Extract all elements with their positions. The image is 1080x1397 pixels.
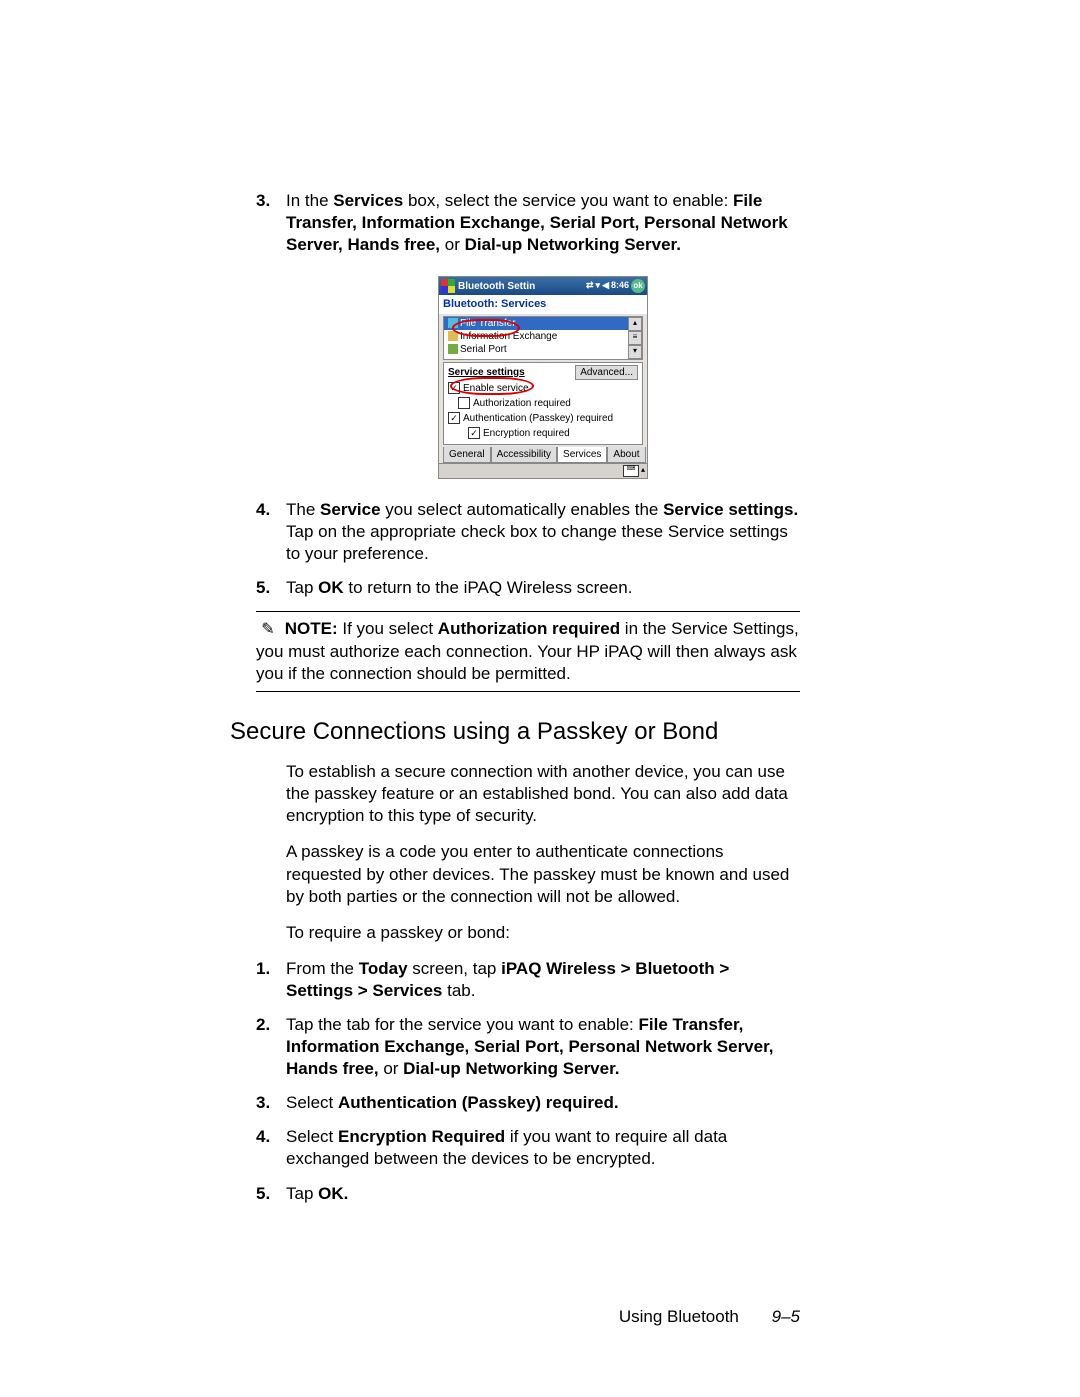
step-number: 5. bbox=[256, 577, 286, 599]
step-5: 5. Tap OK to return to the iPAQ Wireless… bbox=[286, 577, 800, 599]
titlebar: Bluetooth Settin ⇄ ▾ ◀ 8:46 ok bbox=[439, 277, 647, 295]
service-settings-panel: Service settings Advanced... ✓Enable ser… bbox=[443, 362, 643, 445]
list-item[interactable]: Serial Port bbox=[444, 343, 642, 356]
step-body: In the Services box, select the service … bbox=[286, 190, 800, 256]
page-footer: Using Bluetooth 9–5 bbox=[619, 1307, 800, 1327]
volume-icon[interactable]: ◀ bbox=[602, 280, 609, 292]
tab-accessibility[interactable]: Accessibility bbox=[491, 447, 557, 463]
ok-button[interactable]: ok bbox=[631, 279, 645, 293]
step-body: From the Today screen, tap iPAQ Wireless… bbox=[286, 958, 800, 1002]
note-icon: ✎ bbox=[256, 620, 280, 641]
footer-page-number: 9–5 bbox=[772, 1307, 800, 1326]
tab-about[interactable]: About bbox=[607, 447, 645, 463]
step-body: Select Authentication (Passkey) required… bbox=[286, 1092, 800, 1114]
step-number: 4. bbox=[256, 1126, 286, 1148]
scroll-thumb[interactable]: ≡ bbox=[628, 331, 642, 345]
step-body: Tap the tab for the service you want to … bbox=[286, 1014, 800, 1080]
scroll-up-button[interactable]: ▴ bbox=[628, 317, 642, 331]
screen-heading: Bluetooth: Services bbox=[439, 295, 647, 313]
steps-list-top: 3. In the Services box, select the servi… bbox=[286, 190, 800, 256]
content-region: 3. In the Services box, select the servi… bbox=[286, 190, 800, 1205]
status-icons: ⇄ ▾ ◀ 8:46 ok bbox=[586, 279, 645, 293]
subsection-heading: Secure Connections using a Passkey or Bo… bbox=[230, 716, 800, 747]
embedded-screenshot: Bluetooth Settin ⇄ ▾ ◀ 8:46 ok Bluetooth… bbox=[438, 276, 648, 478]
authentication-passkey-row[interactable]: ✓Authentication (Passkey) required bbox=[448, 412, 638, 425]
step-4: 4. The Service you select automatically … bbox=[286, 499, 800, 565]
checkbox-icon[interactable]: ✓ bbox=[448, 412, 460, 424]
note-label: NOTE: bbox=[285, 619, 338, 638]
annotation-circle-icon bbox=[452, 319, 520, 337]
authorization-required-row[interactable]: Authorization required bbox=[458, 397, 638, 410]
step-body: Tap OK to return to the iPAQ Wireless sc… bbox=[286, 577, 800, 599]
paragraph: To require a passkey or bond: bbox=[286, 922, 800, 944]
tab-bar: General Accessibility Services About bbox=[439, 447, 647, 463]
clock-text: 8:46 bbox=[611, 280, 629, 292]
step-5b: 5. Tap OK. bbox=[286, 1183, 800, 1205]
annotation-circle-icon bbox=[450, 377, 534, 395]
step-3: 3. In the Services box, select the servi… bbox=[286, 190, 800, 256]
footer-chapter: Using Bluetooth bbox=[619, 1307, 739, 1326]
step-number: 3. bbox=[256, 190, 286, 212]
step-number: 5. bbox=[256, 1183, 286, 1205]
step-body: Select Encryption Required if you want t… bbox=[286, 1126, 800, 1170]
document-page: 3. In the Services box, select the servi… bbox=[0, 0, 1080, 1397]
signal-icon[interactable]: ▾ bbox=[596, 280, 601, 292]
step-2: 2. Tap the tab for the service you want … bbox=[286, 1014, 800, 1080]
services-listbox[interactable]: File Transfer Information Exchange Seria… bbox=[443, 316, 643, 360]
tab-services[interactable]: Services bbox=[557, 447, 607, 463]
advanced-button[interactable]: Advanced... bbox=[575, 365, 638, 380]
steps-list-bottom: 1. From the Today screen, tap iPAQ Wirel… bbox=[286, 958, 800, 1205]
step-1: 1. From the Today screen, tap iPAQ Wirel… bbox=[286, 958, 800, 1002]
step-number: 1. bbox=[256, 958, 286, 980]
windows-start-icon[interactable] bbox=[441, 279, 455, 293]
serial-port-icon bbox=[448, 344, 458, 354]
note-block: ✎ NOTE: If you select Authorization requ… bbox=[256, 611, 800, 692]
checkbox-icon[interactable] bbox=[458, 397, 470, 409]
tab-general[interactable]: General bbox=[443, 447, 491, 463]
step-number: 3. bbox=[256, 1092, 286, 1114]
sip-bar: ⌨ ▴ bbox=[439, 463, 647, 478]
step-body: The Service you select automatically ena… bbox=[286, 499, 800, 565]
step-3b: 3. Select Authentication (Passkey) requi… bbox=[286, 1092, 800, 1114]
checkbox-icon[interactable]: ✓ bbox=[468, 427, 480, 439]
window-title: Bluetooth Settin bbox=[458, 280, 586, 293]
scroll-down-button[interactable]: ▾ bbox=[628, 345, 642, 359]
step-number: 2. bbox=[256, 1014, 286, 1036]
sip-arrow-icon[interactable]: ▴ bbox=[641, 465, 645, 475]
steps-list-top-cont: 4. The Service you select automatically … bbox=[286, 499, 800, 599]
encryption-required-row[interactable]: ✓Encryption required bbox=[468, 427, 638, 440]
step-number: 4. bbox=[256, 499, 286, 521]
step-4b: 4. Select Encryption Required if you wan… bbox=[286, 1126, 800, 1170]
keyboard-icon[interactable]: ⌨ bbox=[623, 465, 639, 477]
paragraph: A passkey is a code you enter to authent… bbox=[286, 841, 800, 907]
paragraph: To establish a secure connection with an… bbox=[286, 761, 800, 827]
connectivity-icon[interactable]: ⇄ bbox=[586, 280, 594, 292]
step-body: Tap OK. bbox=[286, 1183, 800, 1205]
